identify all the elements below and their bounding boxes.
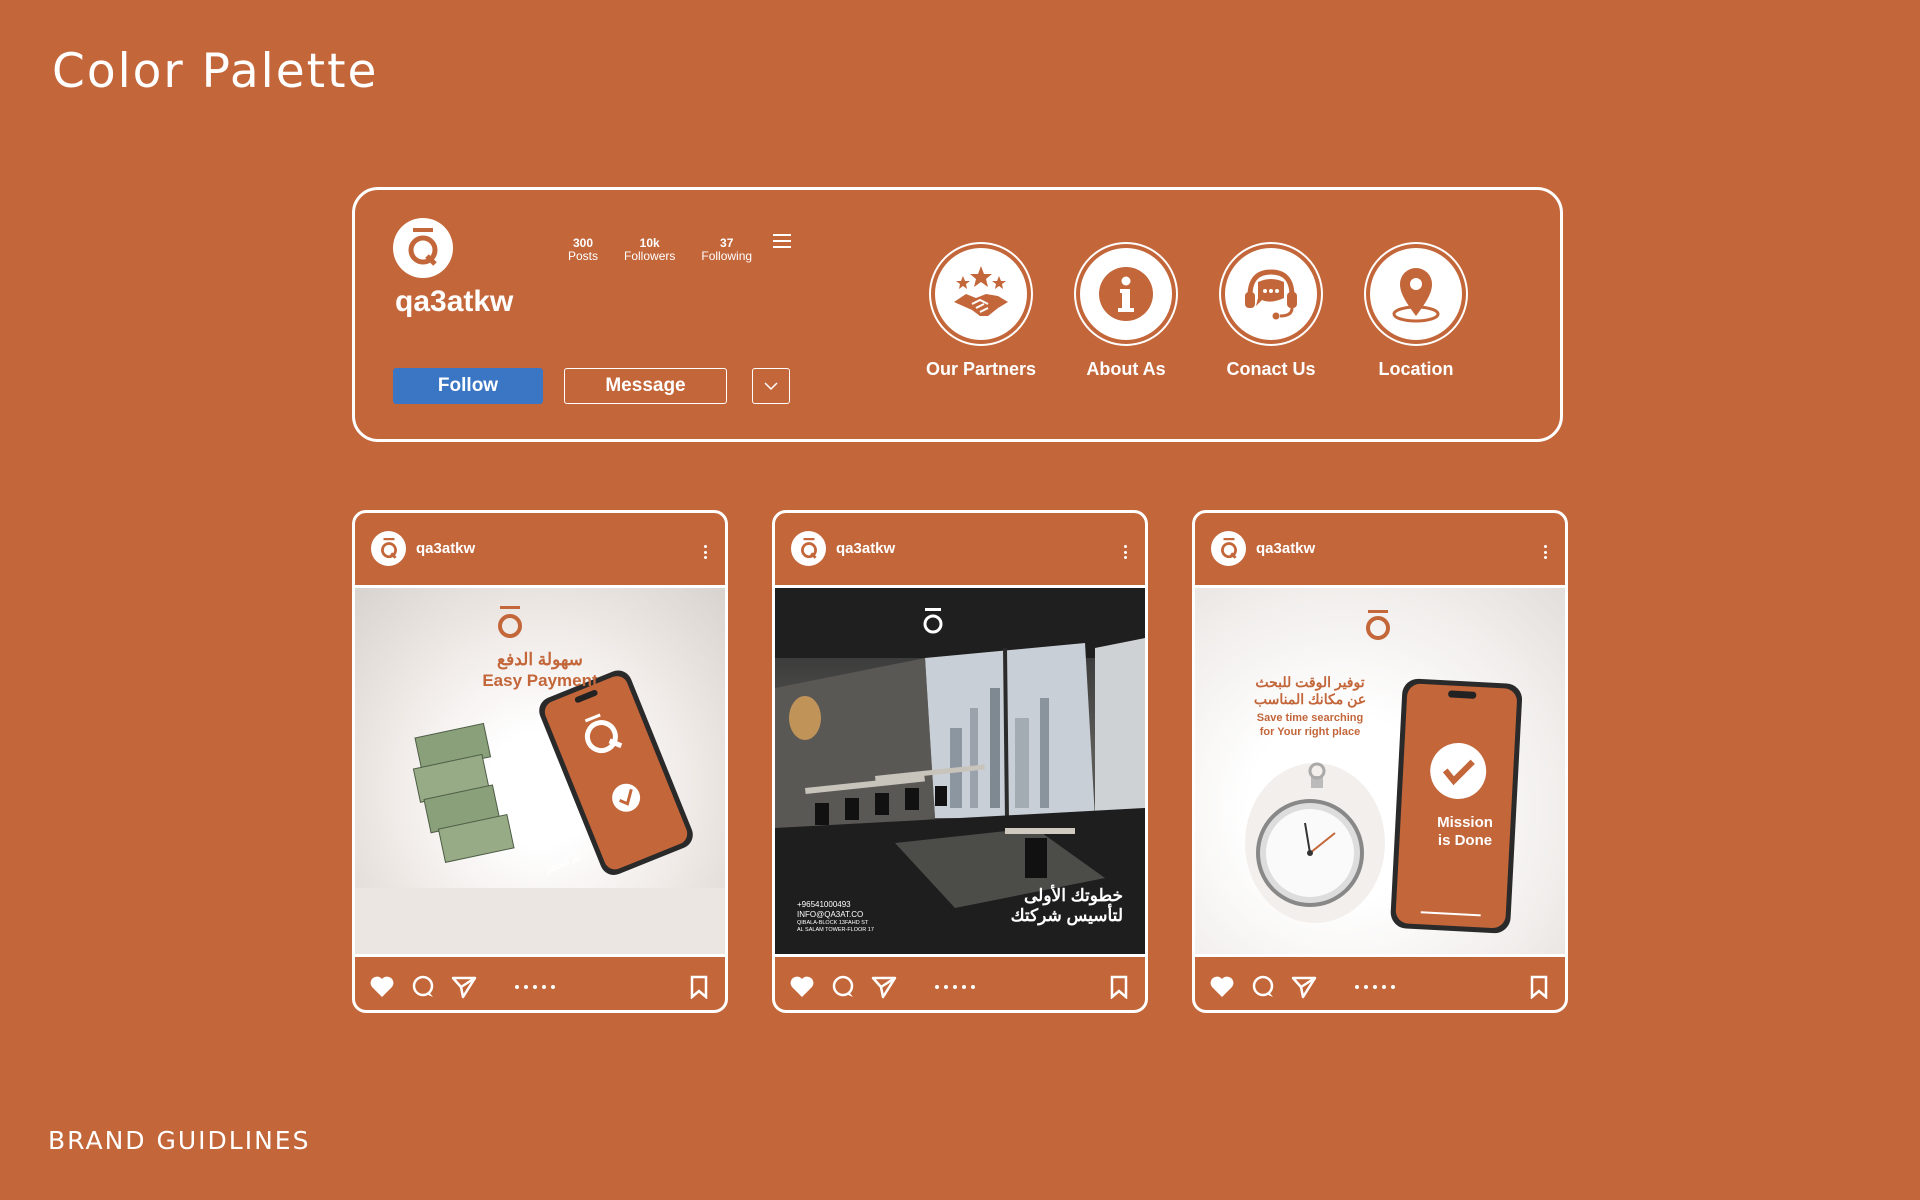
chevron-down-icon bbox=[764, 382, 778, 391]
highlight-our-partners[interactable]: Our Partners bbox=[921, 242, 1041, 380]
stat-label: Following bbox=[701, 249, 753, 263]
brand-logo-icon bbox=[380, 537, 397, 559]
post-card-3[interactable]: qa3atkw توفير الوقت للبحث عن مكانك المنا… bbox=[1192, 510, 1568, 1013]
share-send-icon[interactable] bbox=[1291, 975, 1317, 999]
more-options-icon[interactable] bbox=[704, 545, 707, 562]
stat-followers[interactable]: 10k Followers bbox=[611, 237, 688, 263]
post-username[interactable]: qa3atkw bbox=[1256, 540, 1315, 557]
stat-posts[interactable]: 300 Posts bbox=[555, 237, 611, 263]
bookmark-icon[interactable] bbox=[1529, 975, 1549, 999]
contact-address-2: AL SALAM TOWER-FLOOR 17 bbox=[797, 927, 874, 933]
follow-button[interactable]: Follow bbox=[393, 368, 543, 404]
contact-phone: +96541000493 bbox=[797, 900, 851, 909]
highlight-label: Location bbox=[1378, 359, 1454, 379]
bookmark-icon[interactable] bbox=[1109, 975, 1129, 999]
brand-logo-icon bbox=[1220, 537, 1237, 559]
highlight-label: About As bbox=[1086, 359, 1166, 379]
page-title: Color Palette bbox=[52, 44, 379, 99]
share-send-icon[interactable] bbox=[451, 975, 477, 999]
post-username[interactable]: qa3atkw bbox=[416, 540, 475, 557]
phone-text-line1: Mission bbox=[1437, 814, 1493, 831]
location-pin-icon bbox=[1392, 268, 1440, 323]
post-illustration bbox=[355, 606, 725, 954]
highlight-about[interactable]: About As bbox=[1066, 242, 1186, 380]
post-caption-arabic-line2: لتأسيس شركتك bbox=[1010, 906, 1123, 925]
comment-icon[interactable] bbox=[411, 975, 435, 999]
info-icon bbox=[1099, 267, 1153, 321]
profile-handle: qa3atkw bbox=[395, 285, 514, 318]
like-heart-icon[interactable] bbox=[1209, 975, 1235, 999]
profile-card: qa3atkw 300 Posts 10k Followers 37 Follo… bbox=[352, 187, 1563, 442]
highlight-location[interactable]: Location bbox=[1356, 242, 1476, 380]
post-avatar[interactable] bbox=[791, 531, 826, 566]
stat-label: Posts bbox=[568, 249, 599, 263]
menu-icon[interactable] bbox=[773, 234, 791, 252]
post-actions bbox=[775, 963, 1145, 1010]
post-image: خطوتك الأولى لتأسيس شركتك +96541000493 I… bbox=[775, 585, 1145, 957]
comment-icon[interactable] bbox=[831, 975, 855, 999]
profile-stats: 300 Posts 10k Followers 37 Following bbox=[555, 237, 765, 263]
contact-email: INFO@QA3AT.CO bbox=[797, 910, 864, 919]
post-actions bbox=[1195, 963, 1565, 1010]
stat-label: Followers bbox=[624, 249, 676, 263]
comment-icon[interactable] bbox=[1251, 975, 1275, 999]
like-heart-icon[interactable] bbox=[789, 975, 815, 999]
footer-label: BRAND GUIDLINES bbox=[48, 1126, 311, 1155]
share-send-icon[interactable] bbox=[871, 975, 897, 999]
highlight-label: Our Partners bbox=[925, 359, 1037, 379]
post-card-1[interactable]: qa3atkw سهولة الدفع Easy Payment قاعات ت… bbox=[352, 510, 728, 1013]
highlight-contact[interactable]: Conact Us bbox=[1211, 242, 1331, 380]
post-header: qa3atkw bbox=[1195, 513, 1565, 585]
stat-following[interactable]: 37 Following bbox=[688, 237, 765, 263]
contact-address-1: QIBALA-BLOCK 13FAHD ST bbox=[797, 920, 869, 926]
post-caption-english-line2: for Your right place bbox=[1259, 726, 1361, 738]
brand-logo-icon bbox=[408, 228, 438, 266]
post-avatar[interactable] bbox=[1211, 531, 1246, 566]
more-options-icon[interactable] bbox=[1544, 545, 1547, 562]
handshake-stars-icon bbox=[954, 266, 1008, 316]
post-card-2[interactable]: qa3atkw خطوتك الأولى لتأسيس شركتك +96541… bbox=[772, 510, 1148, 1013]
post-actions bbox=[355, 963, 725, 1010]
post-caption-english: Easy Payment bbox=[482, 671, 598, 690]
post-caption-arabic: سهولة الدفع bbox=[497, 650, 583, 669]
post-caption-arabic-line1: توفير الوقت للبحث bbox=[1255, 674, 1365, 690]
post-avatar[interactable] bbox=[371, 531, 406, 566]
like-heart-icon[interactable] bbox=[369, 975, 395, 999]
phone-text-line2: is Done bbox=[1437, 832, 1493, 849]
post-header: qa3atkw bbox=[355, 513, 725, 585]
highlight-label: Conact Us bbox=[1226, 359, 1316, 379]
contact-block: +96541000493 INFO@QA3AT.CO QIBALA-BLOCK … bbox=[797, 900, 874, 934]
post-image: سهولة الدفع Easy Payment قاعات تم الحجز bbox=[355, 585, 725, 957]
headset-support-icon bbox=[1245, 269, 1297, 320]
dropdown-button[interactable] bbox=[752, 368, 790, 404]
carousel-dots bbox=[935, 985, 975, 989]
post-caption-arabic-line1: خطوتك الأولى bbox=[1024, 886, 1123, 905]
post-illustration bbox=[1245, 610, 1523, 934]
more-options-icon[interactable] bbox=[1124, 545, 1127, 562]
post-caption-arabic-line2: عن مكانك المناسب bbox=[1253, 691, 1367, 707]
post-image: توفير الوقت للبحث عن مكانك المناسب Save … bbox=[1195, 585, 1565, 957]
message-button[interactable]: Message bbox=[564, 368, 727, 404]
bookmark-icon[interactable] bbox=[689, 975, 709, 999]
carousel-dots bbox=[515, 985, 555, 989]
post-username[interactable]: qa3atkw bbox=[836, 540, 895, 557]
carousel-dots bbox=[1355, 985, 1395, 989]
brand-logo-icon bbox=[800, 537, 817, 559]
post-header: qa3atkw bbox=[775, 513, 1145, 585]
profile-avatar[interactable] bbox=[393, 218, 453, 278]
post-caption-english-line1: Save time searching bbox=[1256, 712, 1364, 724]
